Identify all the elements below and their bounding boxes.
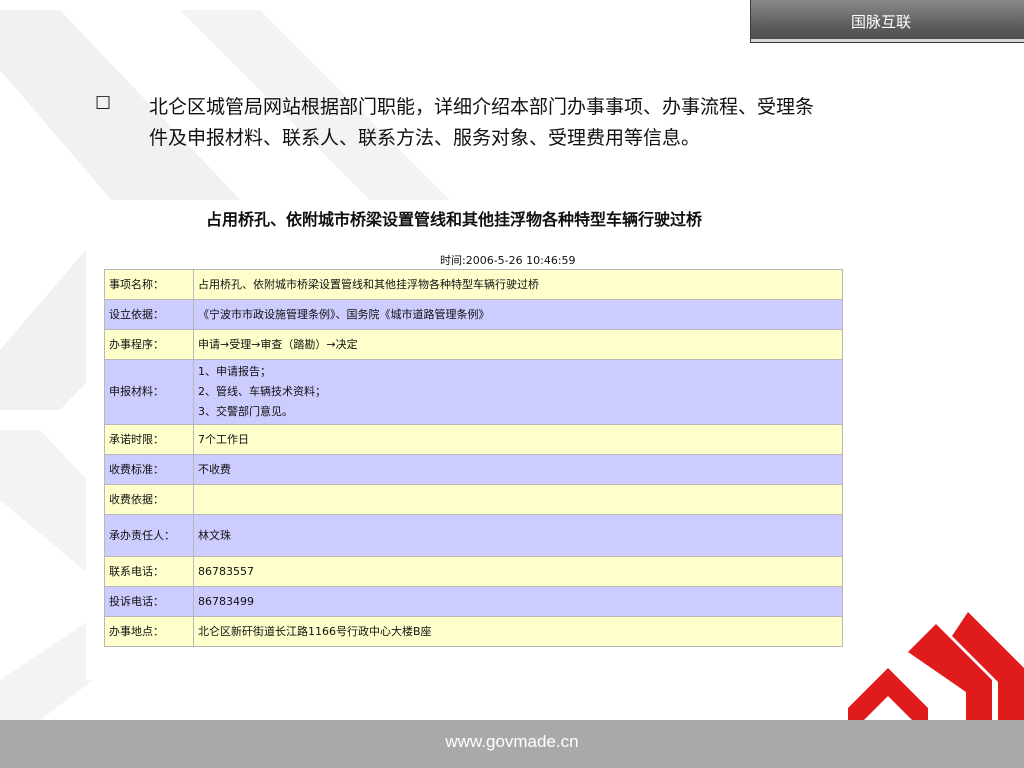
row-value: 86783499 (193, 586, 843, 617)
row-value-line: 林文珠 (198, 528, 231, 542)
service-info-table: 事项名称： 占用桥孔、依附城市桥梁设置管线和其他挂浮物各种特型车辆行驶过桥 设立依据… (104, 269, 843, 647)
table-row: 办事程序： 申请→受理→审查（踏勘）→决定 (104, 329, 843, 360)
row-value: 北仑区新矸街道长江路1166号行政中心大楼B座 (193, 616, 843, 647)
table-row: 联系电话： 86783557 (104, 556, 843, 587)
row-value: 占用桥孔、依附城市桥梁设置管线和其他挂浮物各种特型车辆行驶过桥 (193, 269, 843, 300)
row-value: 86783557 (193, 556, 843, 587)
row-value: 不收费 (193, 454, 843, 485)
row-value-line: 不收费 (198, 462, 231, 476)
table-row: 收费依据： (104, 484, 843, 515)
brand-tab: 国脉互联 (750, 0, 1024, 43)
row-label: 收费标准： (104, 454, 194, 485)
row-value (193, 484, 843, 515)
row-value-line: 申请→受理→审查（踏勘）→决定 (198, 337, 358, 351)
table-row: 承诺时限： 7个工作日 (104, 424, 843, 455)
row-value: 申请→受理→审查（踏勘）→决定 (193, 329, 843, 360)
row-label: 承诺时限： (104, 424, 194, 455)
row-label: 承办责任人： (104, 514, 194, 557)
document-title: 占用桥孔、依附城市桥梁设置管线和其他挂浮物各种特型车辆行驶过桥 (206, 210, 703, 229)
table-row: 承办责任人： 林文珠 (104, 514, 843, 557)
row-value-line: 86783557 (198, 564, 254, 578)
row-label: 投诉电话： (104, 586, 194, 617)
row-label: 收费依据： (104, 484, 194, 515)
row-value-line: 86783499 (198, 594, 254, 608)
checkbox-icon: ☐ (95, 93, 112, 114)
row-value: 《宁波市市政设施管理条例》、国务院《城市道路管理条例》 (193, 299, 843, 330)
row-label: 办事地点： (104, 616, 194, 647)
row-value-line: 《宁波市市政设施管理条例》、国务院《城市道路管理条例》 (198, 307, 490, 321)
row-label: 申报材料： (104, 359, 194, 425)
govmade-logo-icon (848, 612, 1024, 722)
row-label: 联系电话： (104, 556, 194, 587)
row-value-line: 7个工作日 (198, 432, 249, 446)
table-row: 事项名称： 占用桥孔、依附城市桥梁设置管线和其他挂浮物各种特型车辆行驶过桥 (104, 269, 843, 300)
table-row: 设立依据： 《宁波市市政设施管理条例》、国务院《城市道路管理条例》 (104, 299, 843, 330)
row-value-line: 北仑区新矸街道长江路1166号行政中心大楼B座 (198, 624, 432, 638)
row-value-line: 3、交警部门意见。 (198, 405, 293, 418)
row-label: 办事程序： (104, 329, 194, 360)
brand-name: 国脉互联 (851, 13, 912, 31)
embedded-webpage-screenshot: 占用桥孔、依附城市桥梁设置管线和其他挂浮物各种特型车辆行驶过桥 时间:2006-… (86, 200, 843, 680)
table-row: 申报材料： 1、申请报告； 2、管线、车辆技术资料； 3、交警部门意见。 (104, 359, 843, 425)
bullet-paragraph: ☐ 北仑区城管局网站根据部门职能，详细介绍本部门办事事项、办事流程、受理条件及申… (95, 92, 825, 154)
row-label: 事项名称： (104, 269, 194, 300)
row-value: 林文珠 (193, 514, 843, 557)
bullet-text: 北仑区城管局网站根据部门职能，详细介绍本部门办事事项、办事流程、受理条件及申报材… (149, 96, 815, 149)
table-row: 办事地点： 北仑区新矸街道长江路1166号行政中心大楼B座 (104, 616, 843, 647)
row-value-line (198, 490, 838, 510)
footer-bar: www.govmade.cn (0, 720, 1024, 768)
table-row: 投诉电话： 86783499 (104, 586, 843, 617)
footer-url: www.govmade.cn (445, 732, 579, 751)
row-value: 7个工作日 (193, 424, 843, 455)
row-value: 1、申请报告； 2、管线、车辆技术资料； 3、交警部门意见。 (193, 359, 843, 425)
row-value-line: 1、申请报告； (198, 365, 271, 378)
row-label: 设立依据： (104, 299, 194, 330)
table-row: 收费标准： 不收费 (104, 454, 843, 485)
row-value-line: 2、管线、车辆技术资料； (198, 385, 326, 398)
row-value-line: 占用桥孔、依附城市桥梁设置管线和其他挂浮物各种特型车辆行驶过桥 (198, 277, 539, 291)
document-time: 时间:2006-5-26 10:46:59 (440, 254, 576, 267)
